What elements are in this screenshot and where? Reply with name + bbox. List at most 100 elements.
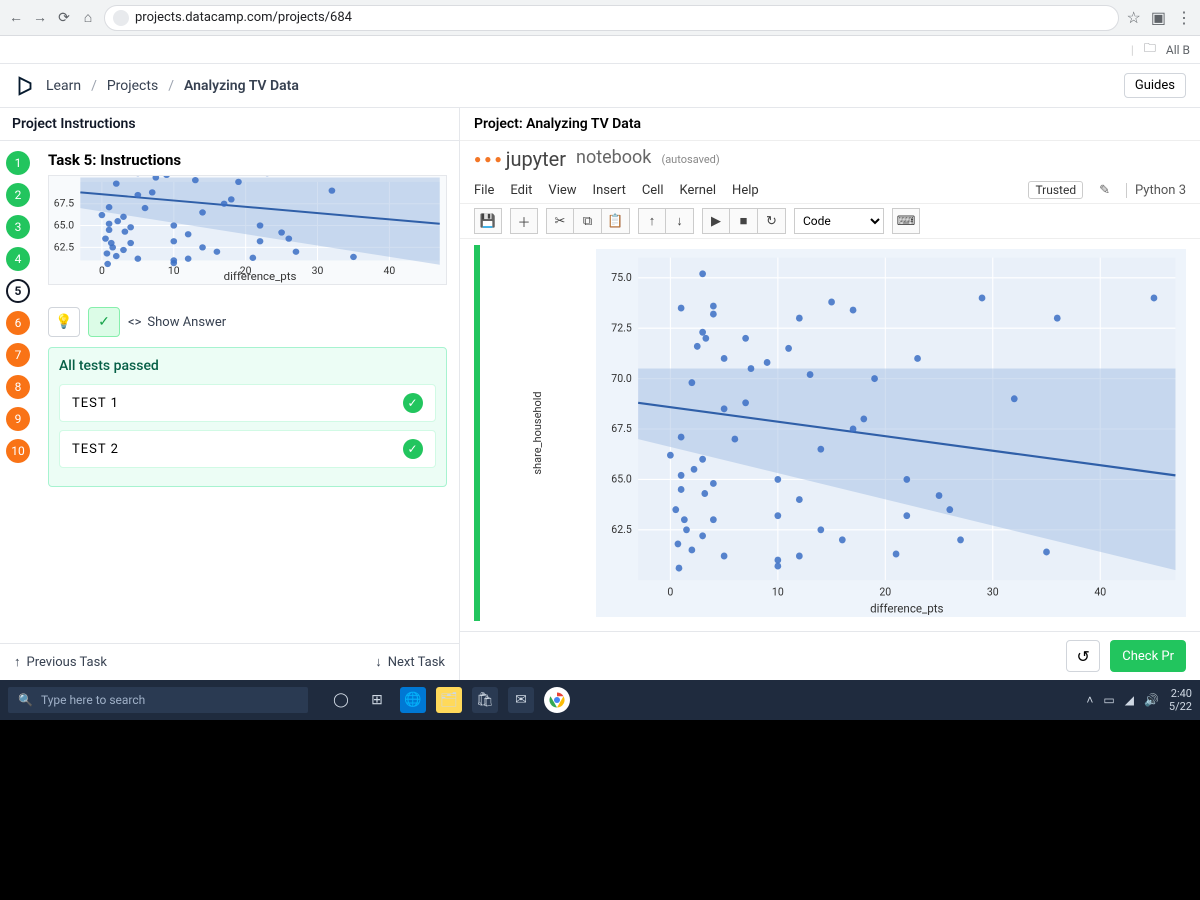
jupyter-logo-icon: ● ● ● jupyter bbox=[474, 147, 566, 171]
svg-text:40: 40 bbox=[384, 266, 396, 277]
restart-icon[interactable]: ↻ bbox=[758, 208, 786, 234]
undo-icon: ↺ bbox=[1077, 647, 1090, 666]
svg-text:10: 10 bbox=[168, 266, 180, 277]
bookmarks-strip: | 🗀 All B bbox=[0, 36, 1200, 64]
check-icon: ✓ bbox=[98, 314, 110, 330]
datacamp-logo-icon[interactable] bbox=[14, 75, 36, 97]
notebook-label: notebook bbox=[576, 147, 651, 168]
forward-icon[interactable]: → bbox=[32, 10, 48, 26]
step-8[interactable]: 8 bbox=[6, 375, 30, 399]
svg-text:0: 0 bbox=[99, 266, 105, 277]
step-5[interactable]: 5 bbox=[6, 279, 30, 303]
test-label: TEST 1 bbox=[72, 396, 119, 411]
test-row[interactable]: TEST 2✓ bbox=[59, 430, 436, 468]
taskbar-clock[interactable]: 2:40 5/22 bbox=[1169, 687, 1192, 713]
taskbar-search[interactable]: 🔍 Type here to search bbox=[8, 687, 308, 713]
step-4[interactable]: 4 bbox=[6, 247, 30, 271]
cut-icon[interactable]: ✂ bbox=[546, 208, 574, 234]
step-1[interactable]: 1 bbox=[6, 151, 30, 175]
volume-icon[interactable]: 🔊 bbox=[1144, 693, 1159, 707]
svg-text:75.0: 75.0 bbox=[611, 271, 632, 284]
menu-help[interactable]: Help bbox=[732, 183, 759, 198]
kernel-indicator: Python 3 bbox=[1126, 183, 1186, 198]
reload-icon[interactable]: ⟳ bbox=[56, 10, 72, 26]
save-icon[interactable]: 💾 bbox=[474, 208, 502, 234]
bookmark-folder-icon[interactable]: 🗀 bbox=[1144, 39, 1156, 60]
run-icon[interactable]: ▶ bbox=[702, 208, 730, 234]
breadcrumb-projects[interactable]: Projects bbox=[107, 78, 158, 94]
check-project-button[interactable]: Check Pr bbox=[1110, 640, 1186, 672]
move-up-icon[interactable]: ↑ bbox=[638, 208, 666, 234]
check-icon: ✓ bbox=[403, 439, 423, 459]
cell-type-select[interactable]: Code bbox=[794, 208, 884, 234]
svg-text:10: 10 bbox=[772, 585, 784, 598]
menu-insert[interactable]: Insert bbox=[593, 183, 626, 198]
breadcrumb-learn[interactable]: Learn bbox=[46, 78, 81, 94]
check-tab-button[interactable]: ✓ bbox=[88, 307, 120, 337]
step-7[interactable]: 7 bbox=[6, 343, 30, 367]
menu-cell[interactable]: Cell bbox=[642, 183, 664, 198]
menu-edit[interactable]: Edit bbox=[510, 183, 532, 198]
star-icon[interactable]: ☆ bbox=[1127, 8, 1141, 27]
datacamp-header: Learn / Projects / Analyzing TV Data Gui… bbox=[0, 64, 1200, 108]
command-palette-icon[interactable]: ⌨ bbox=[892, 208, 920, 234]
add-cell-icon[interactable]: ＋ bbox=[510, 208, 538, 234]
step-10[interactable]: 10 bbox=[6, 439, 30, 463]
instructions-mini-chart: 62.565.067.5010203040difference_pts bbox=[48, 175, 447, 285]
trusted-badge[interactable]: Trusted bbox=[1028, 181, 1083, 199]
paste-icon[interactable]: 📋 bbox=[602, 208, 630, 234]
tray-chevron-icon[interactable]: ˄ bbox=[1086, 693, 1093, 707]
home-icon[interactable]: ⌂ bbox=[80, 10, 96, 26]
extension-icon[interactable]: ▣ bbox=[1151, 8, 1166, 27]
store-icon[interactable]: 🛍 bbox=[472, 687, 498, 713]
jupyter-toolbar: 💾 ＋ ✂ ⧉ 📋 ↑ ↓ ▶ ■ ↻ Code ⌨ bbox=[460, 204, 1200, 239]
url-bar[interactable]: projects.datacamp.com/projects/684 bbox=[104, 5, 1119, 31]
previous-task-button[interactable]: ↑ Previous Task bbox=[14, 654, 107, 670]
task-title: Task 5: Instructions bbox=[48, 151, 447, 169]
menu-kernel[interactable]: Kernel bbox=[680, 183, 717, 198]
step-3[interactable]: 3 bbox=[6, 215, 30, 239]
move-down-icon[interactable]: ↓ bbox=[666, 208, 694, 234]
edge-icon[interactable]: 🌐 bbox=[400, 687, 426, 713]
svg-text:20: 20 bbox=[879, 585, 891, 598]
back-icon[interactable]: ← bbox=[8, 10, 24, 26]
step-6[interactable]: 6 bbox=[6, 311, 30, 335]
reset-button[interactable]: ↺ bbox=[1066, 640, 1100, 672]
test-results-panel: All tests passed TEST 1✓TEST 2✓ bbox=[48, 347, 447, 487]
menu-view[interactable]: View bbox=[548, 183, 576, 198]
test-row[interactable]: TEST 1✓ bbox=[59, 384, 436, 422]
project-title: Project: Analyzing TV Data bbox=[460, 108, 1200, 141]
search-icon: 🔍 bbox=[18, 693, 33, 707]
step-9[interactable]: 9 bbox=[6, 407, 30, 431]
jupyter-menubar: File Edit View Insert Cell Kernel Help Trusted… bbox=[460, 177, 1200, 204]
explorer-icon[interactable]: 🗂 bbox=[436, 687, 462, 713]
autosave-label: (autosaved) bbox=[661, 153, 719, 166]
svg-text:30: 30 bbox=[987, 585, 999, 598]
show-answer-button[interactable]: <> Show Answer bbox=[128, 315, 226, 330]
chrome-icon[interactable] bbox=[544, 687, 570, 713]
more-icon[interactable]: ⋮ bbox=[1176, 8, 1192, 27]
windows-taskbar: 🔍 Type here to search ◯ ⊞ 🌐 🗂 🛍 ✉ ˄ ▭ ◢ … bbox=[0, 680, 1200, 720]
guides-button[interactable]: Guides bbox=[1124, 73, 1186, 98]
menu-file[interactable]: File bbox=[474, 183, 494, 198]
task-view-icon[interactable]: ⊞ bbox=[364, 687, 390, 713]
url-text: projects.datacamp.com/projects/684 bbox=[135, 10, 352, 25]
cortana-icon[interactable]: ◯ bbox=[328, 687, 354, 713]
svg-text:65.0: 65.0 bbox=[611, 473, 632, 486]
stop-icon[interactable]: ■ bbox=[730, 208, 758, 234]
mail-icon[interactable]: ✉ bbox=[508, 687, 534, 713]
step-2[interactable]: 2 bbox=[6, 183, 30, 207]
svg-text:65.0: 65.0 bbox=[54, 221, 75, 232]
wifi-icon[interactable]: ◢ bbox=[1125, 693, 1134, 707]
breadcrumb-current: Analyzing TV Data bbox=[184, 78, 299, 94]
chart-ylabel: share_household bbox=[531, 391, 544, 474]
bookmark-all[interactable]: All B bbox=[1166, 43, 1190, 57]
edit-icon[interactable]: ✎ bbox=[1099, 183, 1110, 198]
copy-icon[interactable]: ⧉ bbox=[574, 208, 602, 234]
site-icon bbox=[113, 10, 129, 26]
hint-button[interactable]: 💡 bbox=[48, 307, 80, 337]
jupyter-header: ● ● ● jupyter notebook (autosaved) bbox=[460, 141, 1200, 177]
battery-icon[interactable]: ▭ bbox=[1103, 693, 1114, 707]
next-task-button[interactable]: ↓ Next Task bbox=[375, 654, 445, 670]
output-chart: share_household 62.565.067.570.072.575.0… bbox=[596, 249, 1186, 617]
